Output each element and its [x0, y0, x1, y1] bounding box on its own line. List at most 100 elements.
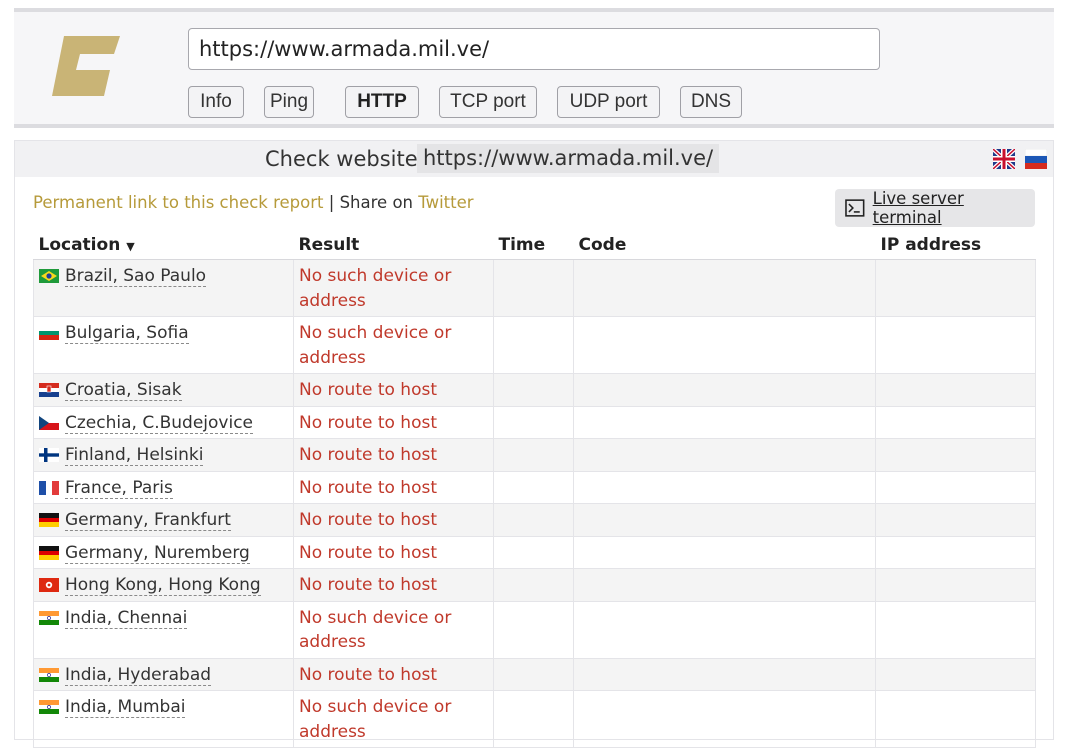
mode-button-ping[interactable]: Ping — [264, 86, 314, 118]
twitter-link[interactable]: Twitter — [418, 193, 473, 212]
mode-button-info[interactable]: Info — [188, 86, 244, 118]
live-terminal-button[interactable]: Live server terminal — [835, 189, 1035, 227]
ip-address-cell — [875, 536, 1036, 569]
checked-url: https://www.armada.mil.ve/ — [417, 144, 720, 173]
location-link[interactable]: Finland, Helsinki — [65, 445, 204, 466]
location-link[interactable]: Bulgaria, Sofia — [65, 323, 189, 344]
result-cell: No such device or address — [293, 601, 494, 659]
mode-button-dns[interactable]: DNS — [680, 86, 742, 118]
time-cell — [493, 690, 574, 748]
code-cell — [573, 536, 876, 569]
result-text: No such device or address — [299, 323, 452, 368]
code-cell — [573, 568, 876, 602]
location-cell: Hong Kong, Hong Kong — [33, 568, 294, 602]
table-row: Germany, Nuremberg No route to host — [33, 536, 1036, 569]
sort-down-icon: ▼ — [126, 240, 135, 253]
table-header-row: Location ▼ Result Time Code IP address — [33, 231, 1036, 260]
column-time[interactable]: Time — [493, 231, 574, 260]
location-cell: India, Mumbai — [33, 690, 294, 748]
table-row: India, Chennai No such device or address — [33, 601, 1036, 659]
result-text: No such device or address — [299, 697, 452, 742]
result-text: No such device or address — [299, 266, 452, 311]
permanent-link[interactable]: Permanent link to this check report — [33, 193, 324, 212]
table-row: India, Hyderabad No route to host — [33, 658, 1036, 691]
time-cell — [493, 536, 574, 569]
result-text: No route to host — [299, 380, 438, 400]
check-header: Check website https://www.armada.mil.ve/ — [15, 141, 1053, 177]
url-input[interactable] — [188, 28, 880, 70]
logo-icon[interactable] — [50, 30, 122, 102]
location-link[interactable]: India, Chennai — [65, 607, 188, 629]
location-link[interactable]: Croatia, Sisak — [65, 380, 182, 401]
report-links: Permanent link to this check report | Sh… — [33, 193, 474, 212]
location-link[interactable]: France, Paris — [65, 477, 173, 499]
ip-address-cell — [875, 438, 1036, 472]
ip-address-cell — [875, 568, 1036, 602]
location-link[interactable]: India, Hyderabad — [65, 664, 212, 686]
check-panel: Check website https://www.armada.mil.ve/… — [14, 140, 1054, 748]
ip-address-cell — [875, 503, 1036, 537]
location-link[interactable]: India, Mumbai — [65, 697, 186, 718]
de-flag-icon — [39, 513, 59, 527]
cz-flag-icon — [39, 415, 59, 430]
table-row: Bulgaria, Sofia No such device or address — [33, 316, 1036, 374]
result-cell: No route to host — [293, 503, 494, 537]
link-separator: | — [328, 193, 335, 212]
ip-address-cell — [875, 316, 1036, 374]
table-row: Brazil, Sao Paulo No such device or addre… — [33, 259, 1036, 317]
ip-address-cell — [875, 690, 1036, 748]
location-cell: Finland, Helsinki — [33, 438, 294, 472]
time-cell — [493, 406, 574, 439]
top-panel: Info Ping HTTP TCP port UDP port DNS — [14, 8, 1054, 128]
in-flag-icon — [39, 667, 59, 682]
result-text: No route to host — [299, 542, 438, 563]
mode-button-http[interactable]: HTTP — [345, 86, 419, 118]
code-cell — [573, 438, 876, 472]
result-cell: No route to host — [293, 406, 494, 439]
result-text: No route to host — [299, 412, 438, 433]
ip-address-cell — [875, 471, 1036, 504]
code-cell — [573, 690, 876, 748]
column-location[interactable]: Location ▼ — [33, 231, 294, 260]
code-cell — [573, 503, 876, 537]
ip-address-cell — [875, 259, 1036, 317]
code-cell — [573, 658, 876, 691]
table-row: Croatia, Sisak No route to host — [33, 373, 1036, 407]
column-ip-address[interactable]: IP address — [875, 231, 1036, 260]
mode-button-tcp-port[interactable]: TCP port — [439, 86, 537, 118]
code-cell — [573, 406, 876, 439]
location-cell: Czechia, C.Budejovice — [33, 406, 294, 439]
code-cell — [573, 471, 876, 504]
time-cell — [493, 316, 574, 374]
terminal-icon — [845, 199, 865, 217]
mode-button-udp-port[interactable]: UDP port — [557, 86, 660, 118]
location-cell: Germany, Frankfurt — [33, 503, 294, 537]
table-row: Hong Kong, Hong Kong No route to host — [33, 568, 1036, 602]
result-text: No route to host — [299, 445, 438, 465]
location-link[interactable]: Hong Kong, Hong Kong — [65, 575, 261, 596]
result-text: No route to host — [299, 510, 438, 530]
location-link[interactable]: Germany, Nuremberg — [65, 542, 250, 564]
result-text: No route to host — [299, 477, 438, 498]
result-text: No such device or address — [299, 607, 452, 653]
ip-address-cell — [875, 658, 1036, 691]
location-link[interactable]: Germany, Frankfurt — [65, 510, 231, 531]
fr-flag-icon — [39, 480, 59, 495]
russian-flag-icon[interactable] — [1025, 149, 1047, 169]
english-flag-icon[interactable] — [993, 149, 1015, 169]
location-link[interactable]: Czechia, C.Budejovice — [65, 412, 253, 434]
table-row: Germany, Frankfurt No route to host — [33, 503, 1036, 537]
location-cell: Brazil, Sao Paulo — [33, 259, 294, 317]
table-row: France, Paris No route to host — [33, 471, 1036, 504]
table-row: Finland, Helsinki No route to host — [33, 438, 1036, 472]
location-link[interactable]: Brazil, Sao Paulo — [65, 266, 207, 287]
ip-address-cell — [875, 406, 1036, 439]
column-result[interactable]: Result — [293, 231, 494, 260]
code-cell — [573, 601, 876, 659]
column-code[interactable]: Code — [573, 231, 876, 260]
result-cell: No route to host — [293, 471, 494, 504]
in-flag-icon — [39, 610, 59, 625]
fi-flag-icon — [39, 448, 59, 462]
ip-address-cell — [875, 373, 1036, 407]
location-cell: India, Hyderabad — [33, 658, 294, 691]
